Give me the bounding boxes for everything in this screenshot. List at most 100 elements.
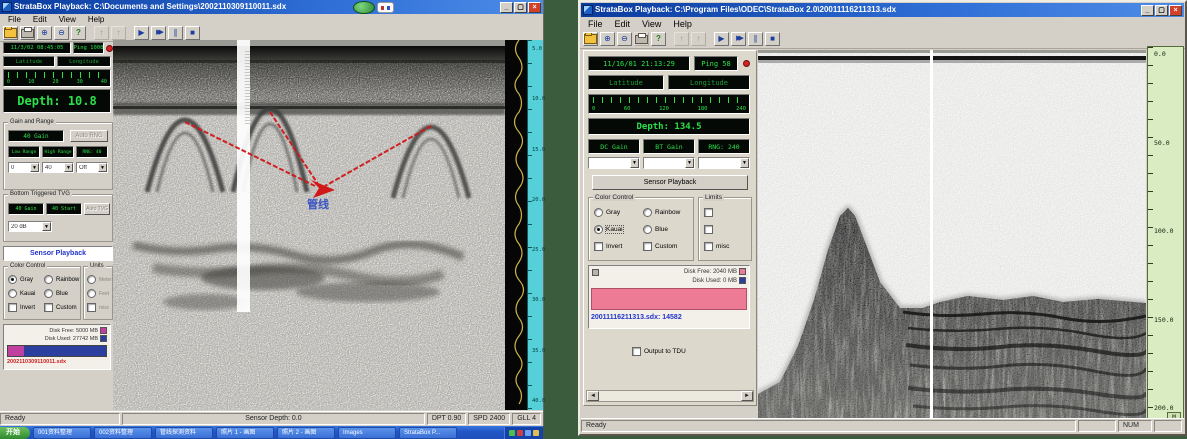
disk-icon: [592, 269, 599, 276]
play-button[interactable]: ▶: [134, 26, 149, 40]
help-button[interactable]: ?: [651, 32, 666, 46]
menu-file[interactable]: File: [583, 19, 608, 29]
high-range-combo[interactable]: 40▼: [42, 162, 74, 173]
scroll-right-button[interactable]: ►: [741, 391, 753, 401]
radio-gray[interactable]: Gray: [594, 208, 620, 217]
upload-button[interactable]: ↑: [674, 32, 689, 46]
scroll-left-button[interactable]: ◄: [587, 391, 599, 401]
latitude-display: Latitude: [3, 56, 55, 67]
fast-forward-button[interactable]: ▶▶: [731, 32, 746, 46]
low-range-combo[interactable]: 0▼: [8, 162, 40, 173]
sensor-playback-tab[interactable]: Sensor Playback: [592, 175, 748, 190]
stop-button[interactable]: ■: [765, 32, 780, 46]
taskbar-item-7[interactable]: StrataBox P...: [399, 427, 457, 439]
taskbar-item-5[interactable]: 照片 2 - 画图: [277, 427, 335, 439]
horizontal-scrollbar[interactable]: ◄ ►: [586, 390, 754, 402]
menu-edit[interactable]: Edit: [610, 19, 636, 29]
upload-button[interactable]: ↑: [94, 26, 109, 40]
check-invert[interactable]: Invert: [594, 242, 622, 251]
close-button[interactable]: ×: [1169, 5, 1182, 16]
desktop: StrataBox Playback: C:\Documents and Set…: [0, 0, 1187, 439]
range-ruler: 010203040: [3, 69, 111, 87]
radio-gray[interactable]: Gray: [8, 275, 33, 284]
taskbar-item-6[interactable]: Images: [338, 427, 396, 439]
upload2-button[interactable]: ↑: [111, 26, 126, 40]
radio-kauai[interactable]: Kauai: [8, 289, 35, 298]
disk-free-label: Disk Free: 2040 MB: [684, 268, 746, 275]
menu-view[interactable]: View: [637, 19, 666, 29]
taskbar-item-1[interactable]: 001资料整理: [33, 427, 91, 439]
auto-tvg-button[interactable]: Auto TVG: [84, 203, 110, 215]
printer-icon: [635, 35, 648, 44]
minimize-button[interactable]: _: [500, 2, 513, 13]
limits-group: Limits misc: [698, 197, 752, 261]
printer-icon: [21, 29, 34, 38]
longitude-display: Longitude: [57, 56, 111, 67]
maximize-button[interactable]: ▢: [514, 2, 527, 13]
camera-button[interactable]: [634, 32, 649, 46]
upload2-button[interactable]: ↑: [691, 32, 706, 46]
menu-edit[interactable]: Edit: [28, 15, 52, 24]
right-titlebar[interactable]: StrataBox Playback: C:\Program Files\ODE…: [581, 3, 1184, 17]
status-gll: GLL 4: [512, 413, 541, 425]
tvg-combo[interactable]: 20 dB▼: [8, 221, 52, 232]
menu-file[interactable]: File: [3, 15, 26, 24]
left-titlebar[interactable]: StrataBox Playback: C:\Documents and Set…: [0, 0, 543, 14]
close-button[interactable]: ×: [528, 2, 541, 13]
limits-check-1[interactable]: [704, 208, 716, 217]
maximize-button[interactable]: ▢: [1155, 5, 1168, 16]
rng-display: RNG: 240: [698, 139, 750, 154]
check-custom[interactable]: Custom: [643, 242, 677, 251]
rng-combo[interactable]: ▼: [698, 157, 750, 169]
menu-help[interactable]: Help: [83, 15, 109, 24]
print-button[interactable]: [20, 26, 35, 40]
check-invert[interactable]: Invert: [8, 303, 35, 312]
radio-rainbow[interactable]: Rainbow: [643, 208, 680, 217]
fast-forward-button[interactable]: ▶▶: [151, 26, 166, 40]
start-button[interactable]: 开始: [0, 427, 30, 439]
radio-meters[interactable]: Meters: [87, 275, 114, 284]
dc-gain-combo[interactable]: ▼: [588, 157, 640, 169]
bt-gain-combo[interactable]: ▼: [643, 157, 695, 169]
pause-button[interactable]: ∥: [168, 26, 183, 40]
zoom-in-button[interactable]: ⊕: [600, 32, 615, 46]
taskbar-item-2[interactable]: 002资料整理: [94, 427, 152, 439]
current-file-label: 20011116211313.sdx: 14582: [591, 314, 682, 321]
sensor-playback-banner[interactable]: Sensor Playback: [3, 246, 113, 261]
check-misc[interactable]: misc: [87, 303, 109, 312]
open-file-button[interactable]: [583, 32, 598, 46]
minimize-button[interactable]: _: [1141, 5, 1154, 16]
left-sidebar: 11/3/02 08:45:05 Ping 1008 Latitude Long…: [1, 42, 113, 412]
taskbar-item-3[interactable]: 管线探测资料: [155, 427, 213, 439]
radio-feet[interactable]: Feet: [87, 289, 109, 298]
zoom-in-button[interactable]: ⊕: [37, 26, 52, 40]
limits-check-2[interactable]: [704, 225, 716, 234]
output-tdu-checkbox[interactable]: Output to TDU: [632, 347, 686, 356]
taskbar-item-4[interactable]: 照片 1 - 画图: [216, 427, 274, 439]
open-file-button[interactable]: [3, 26, 18, 40]
help-button[interactable]: ?: [71, 26, 86, 40]
app-icon: [583, 5, 593, 15]
radio-kauai[interactable]: Kauai: [594, 225, 623, 234]
disk-usage-bar: [591, 288, 747, 310]
auto-rng-button[interactable]: Auto RNG: [70, 130, 108, 142]
zoom-out-button[interactable]: ⊖: [54, 26, 69, 40]
check-misc[interactable]: misc: [704, 242, 729, 251]
zoom-out-button[interactable]: ⊖: [617, 32, 632, 46]
right-window-title: StrataBox Playback: C:\Program Files\ODE…: [595, 5, 896, 14]
datetime-display: 11/3/02 08:45:05: [3, 42, 71, 54]
folder-icon: [4, 28, 17, 38]
system-tray[interactable]: [504, 427, 543, 439]
check-custom[interactable]: Custom: [44, 303, 77, 312]
radio-blue[interactable]: Blue: [44, 289, 68, 298]
radio-blue[interactable]: Blue: [643, 225, 668, 234]
rng-combo[interactable]: Off▼: [76, 162, 108, 173]
left-statusbar: Ready Sensor Depth: 0.0 DPT 0.90 SPD 240…: [0, 411, 543, 426]
radio-rainbow[interactable]: Rainbow: [44, 275, 79, 284]
chevron-down-icon: ▼: [64, 163, 73, 172]
pause-button[interactable]: ∥: [748, 32, 763, 46]
play-button[interactable]: ▶: [714, 32, 729, 46]
stop-button[interactable]: ■: [185, 26, 200, 40]
menu-view[interactable]: View: [54, 15, 81, 24]
menu-help[interactable]: Help: [668, 19, 697, 29]
